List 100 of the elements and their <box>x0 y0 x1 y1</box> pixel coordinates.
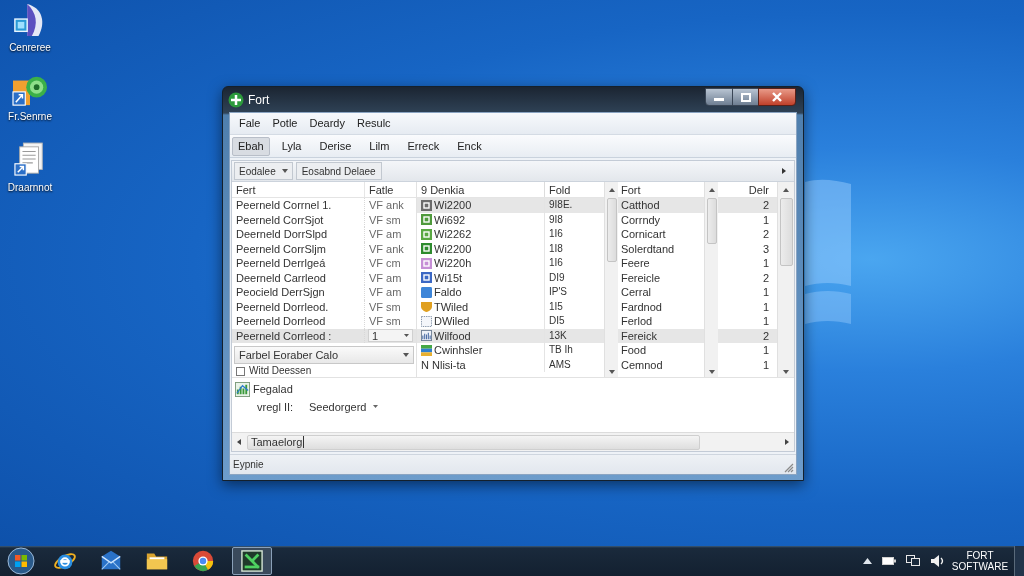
column-header[interactable]: Fert <box>232 182 365 198</box>
column-header[interactable]: 9 Denkia <box>417 182 545 198</box>
desktop-icon-label[interactable]: Draarnnot <box>7 182 53 194</box>
picture-icon <box>421 330 432 342</box>
tray-text: SOFTWARE <box>951 561 1009 572</box>
table-cell-text: 1I5 <box>548 299 564 314</box>
scroll-up-icon[interactable] <box>783 188 789 193</box>
tray-text: FORT <box>966 550 994 561</box>
toolbar-tab[interactable]: Erreck <box>401 136 446 156</box>
stack-icon <box>421 344 432 356</box>
vertical-scrollbar[interactable] <box>777 182 794 378</box>
scroll-left-icon[interactable] <box>237 439 241 446</box>
table-cell-text: 1I6 <box>548 256 564 271</box>
table-cell: DWiled <box>434 314 470 329</box>
table-cell: TWiled <box>434 299 469 315</box>
frame-icon <box>421 315 432 327</box>
table-cell: Deerneld DorrSlpd <box>232 227 365 242</box>
table-cell-text: 1I8 <box>548 241 564 256</box>
table-cell-text: DI9 <box>548 270 566 285</box>
scroll-down-icon[interactable] <box>608 370 615 375</box>
desktop-icon-label[interactable]: Fr.Senrne <box>8 111 52 123</box>
cell-dropdown[interactable]: 1 <box>368 329 413 343</box>
table-row[interactable]: Wi2200 9I8E. <box>417 198 604 213</box>
column-header[interactable]: Fatle <box>365 182 416 198</box>
table-cell: Peerneld Derrlgeá <box>232 256 365 271</box>
table-cell: Faldo <box>434 285 462 300</box>
resize-grip-icon[interactable] <box>784 463 794 474</box>
column-header[interactable]: Fold <box>545 182 604 198</box>
scroll-down-icon[interactable] <box>783 370 789 375</box>
maximize-button[interactable] <box>733 88 758 106</box>
scrollbar-thumb[interactable] <box>606 198 617 263</box>
table-cell: Wi692 <box>434 212 466 228</box>
toolbar-tab[interactable]: Ebah <box>232 136 270 156</box>
scroll-up-icon[interactable] <box>708 188 715 193</box>
table-cell: Peocield DerrSjgn <box>232 285 365 300</box>
close-button[interactable] <box>758 88 796 106</box>
text-field[interactable]: Tamaelorg <box>247 434 700 450</box>
screens-icon[interactable] <box>906 555 920 567</box>
table-cell: Wi220h <box>434 256 472 271</box>
caret-icon <box>403 353 409 358</box>
table-cell: Wi2200 <box>434 198 472 213</box>
toolbar-tab[interactable]: Enck <box>451 136 488 156</box>
table-cell-text: VF sm <box>368 212 402 228</box>
scroll-up-icon[interactable] <box>608 188 615 193</box>
table-cell: N Nlisi-ta <box>421 357 466 373</box>
table-cell: Peerneld Dorrleod <box>232 314 365 329</box>
table-cell-text: VF ank <box>368 198 405 213</box>
vertical-scrollbar[interactable] <box>704 182 718 378</box>
table-cell: Cwinhsler <box>434 343 483 358</box>
desktop-icon-label[interactable]: Cenreree <box>9 42 51 54</box>
table-cell-text: 9I8 <box>548 212 564 227</box>
table-cell-text: VF sm <box>368 299 402 315</box>
minimize-icon <box>714 98 724 101</box>
battery-icon[interactable] <box>882 557 896 565</box>
table-cell-text: VF am <box>368 285 403 300</box>
table-cell: Wi2262 <box>434 227 472 242</box>
table-cell: Catthod <box>618 198 704 213</box>
maximize-icon <box>740 92 751 102</box>
scrollbar-thumb[interactable] <box>706 198 717 245</box>
table-cell-text: 9I8E. <box>548 198 574 213</box>
minimize-button[interactable] <box>705 88 733 106</box>
table-cell: Peerneld Corrnel 1. <box>232 198 365 213</box>
menu-item[interactable]: Deardy <box>304 115 350 132</box>
caret-icon <box>281 169 288 174</box>
table-cell-text: IP'S <box>548 285 569 300</box>
scroll-right-icon[interactable] <box>782 168 786 175</box>
filter-dropdown[interactable]: Eodalee <box>234 162 293 181</box>
toolbar-tab[interactable]: Lyla <box>275 136 308 156</box>
menu-item[interactable]: Potle <box>267 115 303 132</box>
table-cell-text: DI5 <box>548 314 566 329</box>
table-cell-text: TB Ih <box>548 343 574 358</box>
column-dropdown[interactable]: Farbel Eoraber Calo <box>234 346 414 365</box>
chart-document-icon <box>235 381 250 397</box>
scroll-down-icon[interactable] <box>708 370 715 375</box>
table-cell: 2 <box>718 198 777 213</box>
menu-item[interactable]: Fale <box>234 115 266 132</box>
table-cell-text: VF cm <box>368 256 402 271</box>
table-cell: Wi15t <box>434 270 463 286</box>
horizontal-scrollbar[interactable]: Tamaelorg <box>232 432 794 452</box>
vertical-scrollbar[interactable] <box>604 182 618 378</box>
value-dropdown[interactable]: Seedorgerd <box>309 398 378 416</box>
checkbox-label: Witd Deessen <box>249 364 312 379</box>
toolbar-tab[interactable]: Lilm <box>363 136 396 156</box>
speaker-icon[interactable] <box>930 554 946 568</box>
checkbox-icon[interactable] <box>236 366 245 376</box>
scrollbar-thumb[interactable] <box>779 198 793 267</box>
table-cell: Peerneld Corrleod : <box>232 328 365 344</box>
app-tile-icon <box>241 550 263 572</box>
table-cell-text: VF ank <box>368 241 405 257</box>
show-hidden-icons-icon[interactable] <box>863 558 872 564</box>
taskbar-button[interactable] <box>232 547 272 575</box>
toolbar-tab[interactable]: Derise <box>313 136 358 156</box>
menu-item[interactable]: Resulc <box>351 115 396 132</box>
table-cell-text: 13K <box>548 328 568 343</box>
status-text: Eypnie <box>233 458 264 473</box>
caret-icon <box>372 405 378 409</box>
filter-button[interactable]: Eosabnd Delaee <box>295 162 382 181</box>
details-title: Fegalad <box>253 382 293 398</box>
scroll-right-icon[interactable] <box>785 439 789 446</box>
caret-icon <box>404 334 409 338</box>
